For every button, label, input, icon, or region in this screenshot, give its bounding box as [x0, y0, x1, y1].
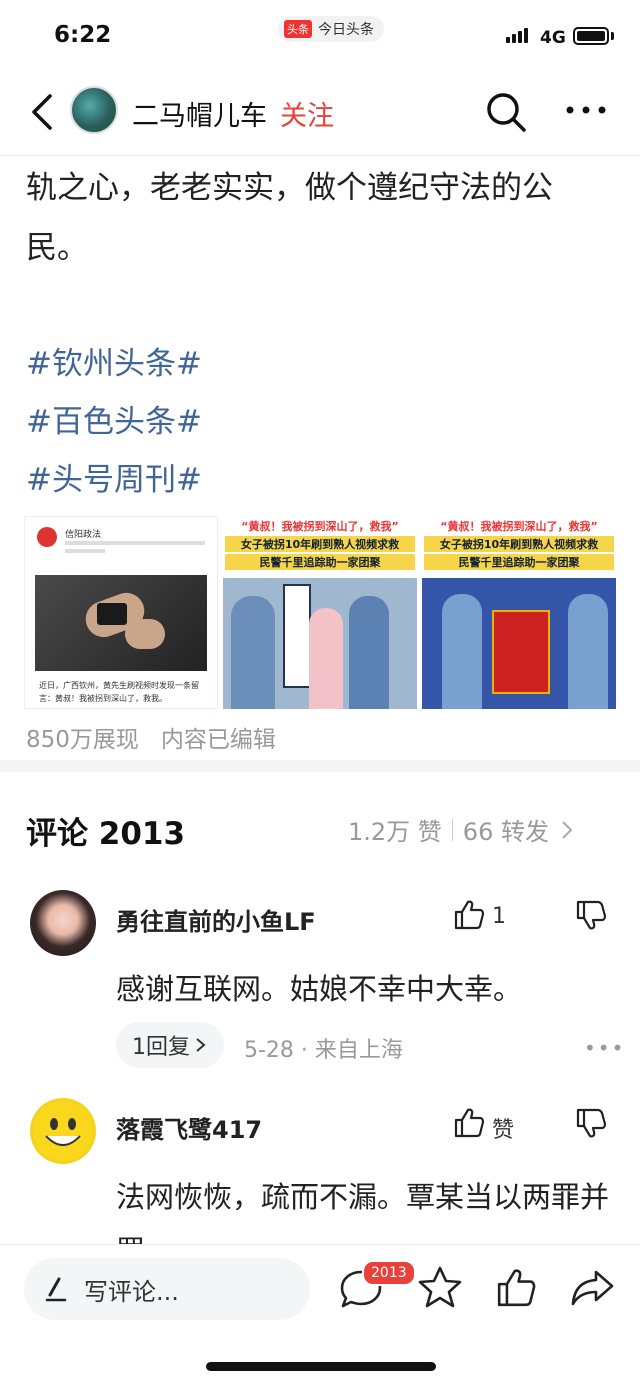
thumbs-up-icon[interactable]: [452, 898, 486, 932]
channel-name[interactable]: 二马帽儿车: [132, 94, 267, 133]
app-name: 今日头条: [318, 22, 374, 38]
thumb-caption: 近日，广西钦州，黄先生刷视频时发现一条留言：黄叔！我被拐到深山了，救我。: [39, 681, 199, 703]
thumb-headline: “黄叔！我被拐到深山了，救我”: [440, 520, 598, 533]
total-likes: 1.2万 赞: [348, 818, 442, 846]
chevron-right-icon: [196, 1038, 206, 1052]
more-icon[interactable]: [562, 100, 610, 120]
signal-icon: [506, 28, 528, 43]
thumb-sub-2: 民警千里追踪助一家团聚: [225, 554, 415, 570]
status-app-indicator[interactable]: 头条 今日头条: [278, 16, 384, 42]
pen-icon: [45, 1277, 67, 1302]
commenter-avatar[interactable]: [30, 890, 96, 956]
chevron-right-icon: [562, 820, 573, 839]
back-icon[interactable]: [26, 92, 66, 132]
image-thumbnail[interactable]: “黄叔！我被拐到深山了，救我” 女子被拐10年刷到熟人视频求救 民警千里追踪助一…: [422, 516, 616, 709]
commenter-name[interactable]: 落霞飞鹭417: [116, 1110, 262, 1145]
header-divider: [0, 155, 640, 156]
comment-meta: 5-28 · 来自上海: [244, 1038, 403, 1063]
comment-text: 感谢互联网。姑娘不幸中大幸。: [116, 972, 523, 1006]
network-type: 4G: [540, 28, 566, 48]
article-line-2: 民。: [26, 230, 88, 266]
commenter-avatar[interactable]: [30, 1098, 96, 1164]
battery-tip: [611, 32, 614, 40]
status-time: 6:22: [54, 22, 112, 48]
reply-button[interactable]: 1回复: [116, 1022, 224, 1068]
like-count: 1: [492, 904, 506, 929]
thumbs-down-icon[interactable]: [574, 898, 608, 932]
thumbs-up-icon[interactable]: [452, 1106, 486, 1140]
smiley-icon: [33, 1101, 93, 1161]
commenter-name[interactable]: 勇往直前的小鱼LF: [116, 902, 316, 937]
thumb-sub-1: 女子被拐10年刷到熟人视频求救: [424, 536, 614, 552]
thumbs-down-icon[interactable]: [574, 1106, 608, 1140]
share-icon[interactable]: [568, 1266, 618, 1310]
thumb-source: 信阳政法: [65, 530, 102, 540]
search-icon[interactable]: [484, 90, 528, 134]
home-indicator[interactable]: [206, 1362, 436, 1371]
channel-avatar[interactable]: [70, 86, 118, 134]
battery-icon: [573, 27, 609, 45]
write-comment-placeholder: 写评论...: [84, 1277, 179, 1306]
hashtag-qinzhou[interactable]: #钦州头条#: [26, 338, 202, 383]
more-icon[interactable]: •••: [584, 1036, 625, 1060]
article-stats: 850万展现 内容已编辑: [26, 720, 276, 754]
thumb-headline: “黄叔！我被拐到深山了，救我”: [241, 520, 399, 533]
image-thumbnail[interactable]: “黄叔！我被拐到深山了，救我” 女子被拐10年刷到熟人视频求救 民警千里追踪助一…: [223, 516, 417, 709]
thumbs-up-icon[interactable]: [494, 1266, 538, 1310]
app-badge: 头条: [284, 20, 312, 38]
separator: [451, 818, 453, 841]
like-label: 赞: [492, 1118, 515, 1143]
write-comment-input[interactable]: 写评论...: [24, 1258, 310, 1320]
thumb-sub-1: 女子被拐10年刷到熟人视频求救: [225, 536, 415, 552]
hashtag-baise[interactable]: #百色头条#: [26, 396, 202, 441]
image-thumbnail[interactable]: 信阳政法 近日，广西钦州，黄先生刷视频时发现一条留言：黄叔！我被拐到深山了，救我…: [24, 516, 218, 709]
comments-title: 评论 2013: [26, 816, 186, 852]
hashtag-weekly[interactable]: #头号周刊#: [26, 454, 202, 499]
thumb-sub-2: 民警千里追踪助一家团聚: [424, 554, 614, 570]
likes-shares[interactable]: 1.2万 赞 66 转发: [348, 812, 575, 847]
star-icon[interactable]: [416, 1264, 464, 1310]
reply-label: 1回复: [132, 1035, 190, 1060]
view-count: 850万展现: [26, 727, 139, 753]
total-shares: 66 转发: [462, 818, 549, 846]
follow-button[interactable]: 关注: [280, 94, 334, 133]
section-divider: [0, 760, 640, 772]
article-line-1: 轨之心，老老实实，做个遵纪守法的公: [26, 170, 553, 206]
comment-count-badge: 2013: [362, 1260, 416, 1286]
edited-note: 内容已编辑: [160, 727, 276, 753]
